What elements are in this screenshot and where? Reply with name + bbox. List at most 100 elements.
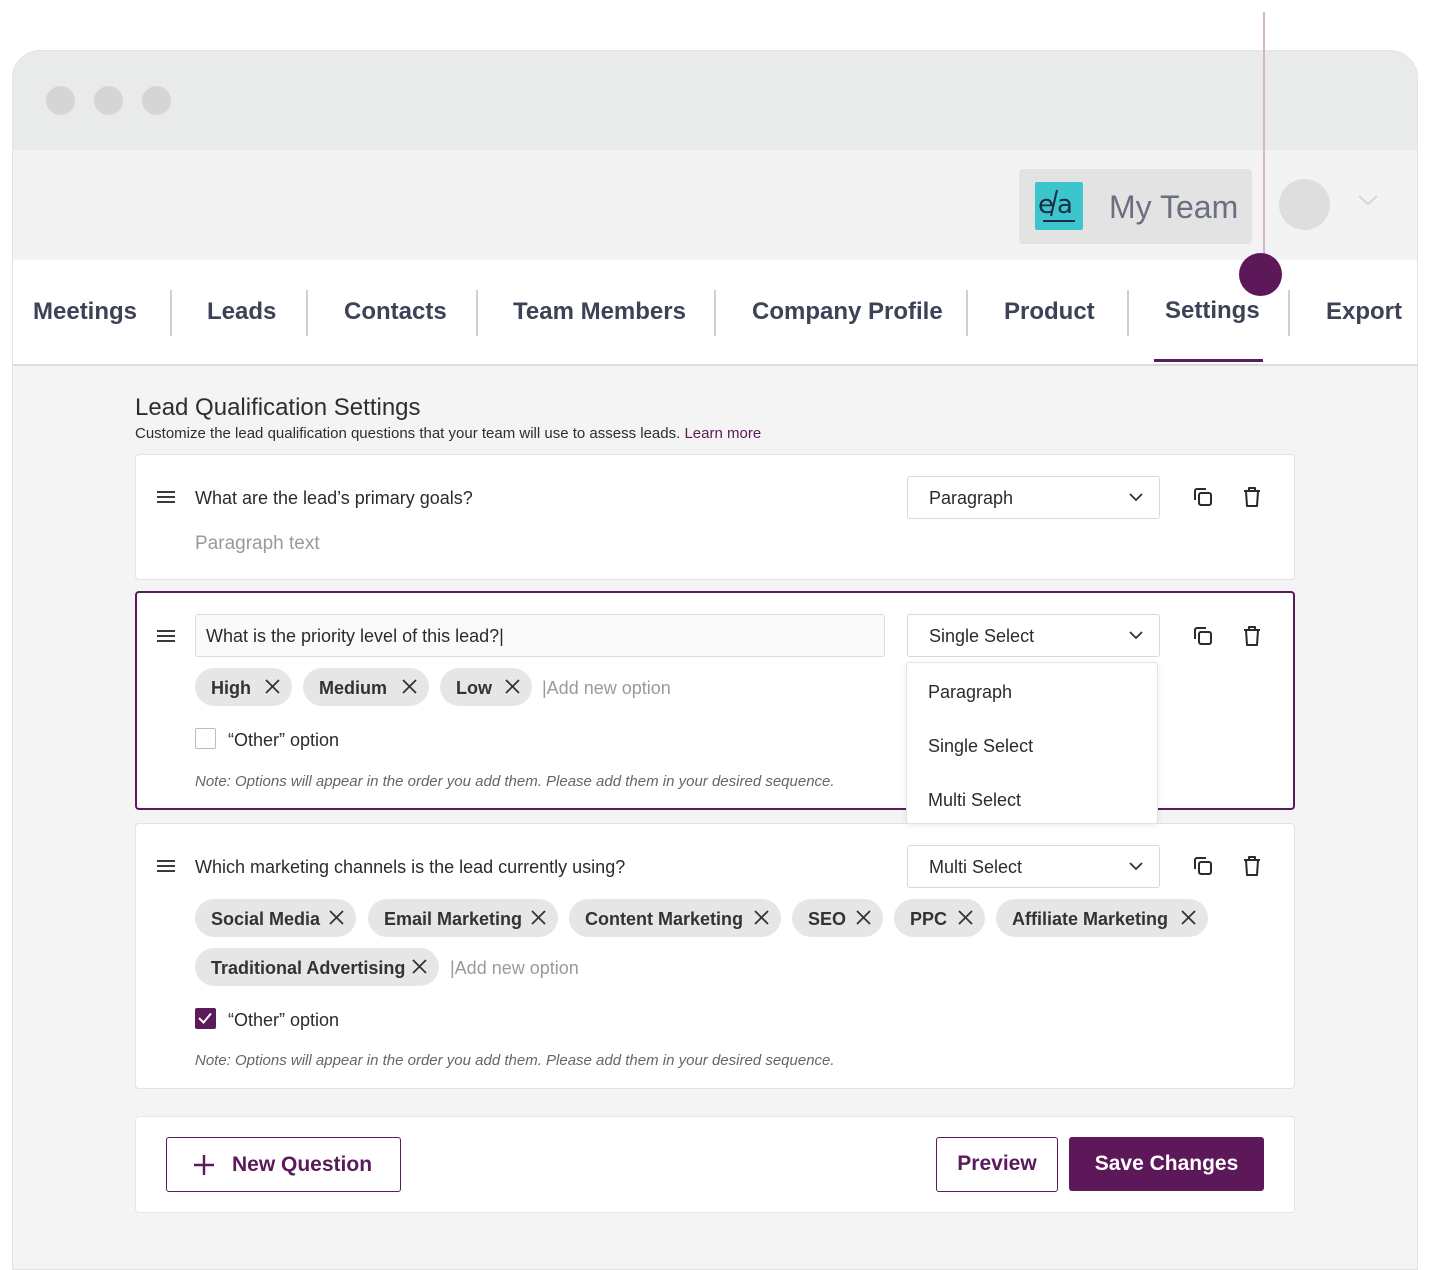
close-icon[interactable]: [958, 910, 973, 925]
plus-icon: [194, 1155, 214, 1175]
title-bar: [13, 51, 1417, 150]
preview-button[interactable]: Preview: [936, 1137, 1058, 1192]
chevron-down-icon: [1129, 862, 1143, 871]
option-chip: Social Media: [195, 899, 356, 937]
close-icon[interactable]: [754, 910, 769, 925]
other-option-checkbox[interactable]: [195, 728, 216, 749]
option-label: High: [211, 678, 251, 698]
nav-divider: [170, 290, 172, 336]
question-type-value: Single Select: [929, 626, 1035, 646]
close-icon[interactable]: [329, 910, 344, 925]
page-title: Lead Qualification Settings: [135, 394, 421, 421]
trash-icon[interactable]: [1240, 624, 1264, 648]
paragraph-placeholder: Paragraph text: [195, 533, 320, 554]
option-chip: PPC: [894, 899, 985, 937]
option-chip: SEO: [792, 899, 883, 937]
close-icon[interactable]: [531, 910, 546, 925]
nav-divider: [476, 290, 478, 336]
question-card: What are the lead’s primary goals? Parag…: [135, 454, 1295, 580]
question-type-value: Multi Select: [929, 857, 1023, 877]
add-option-input[interactable]: |Add new option: [542, 678, 671, 699]
option-label: SEO: [808, 909, 847, 929]
options-note: Note: Options will appear in the order y…: [195, 773, 835, 790]
chevron-down-icon: [1129, 493, 1143, 502]
tab-team-members[interactable]: Team Members: [513, 298, 686, 326]
close-icon[interactable]: [265, 679, 280, 694]
trash-icon[interactable]: [1240, 854, 1264, 878]
drag-handle-icon[interactable]: [157, 491, 175, 505]
svg-text:a: a: [1057, 190, 1073, 220]
subtitle-text: Customize the lead qualification questio…: [135, 425, 681, 442]
options-note: Note: Options will appear in the order y…: [195, 1052, 835, 1069]
window-maximize-dot[interactable]: [142, 86, 171, 115]
callout-line: [1263, 12, 1265, 264]
duplicate-icon[interactable]: [1191, 624, 1215, 648]
window-close-dot[interactable]: [46, 86, 75, 115]
question-text-input[interactable]: What is the priority level of this lead?…: [195, 614, 885, 657]
dropdown-option-multi-select[interactable]: Multi Select: [928, 790, 1021, 811]
callout-dot: [1239, 253, 1282, 296]
option-chip: High: [195, 668, 292, 706]
close-icon[interactable]: [402, 679, 417, 694]
efa-logo-icon: e a: [1038, 189, 1075, 222]
tab-leads[interactable]: Leads: [207, 298, 276, 326]
tab-company-profile[interactable]: Company Profile: [752, 298, 943, 326]
option-chip: Medium: [303, 668, 429, 706]
option-label: Content Marketing: [585, 909, 744, 929]
dropdown-option-single-select[interactable]: Single Select: [928, 736, 1033, 757]
tab-product[interactable]: Product: [1004, 298, 1095, 326]
tab-settings[interactable]: Settings: [1165, 297, 1260, 325]
dropdown-option-paragraph[interactable]: Paragraph: [928, 682, 1012, 703]
drag-handle-icon[interactable]: [157, 860, 175, 874]
question-text[interactable]: Which marketing channels is the lead cur…: [195, 857, 625, 878]
duplicate-icon[interactable]: [1191, 485, 1215, 509]
app-header: e a My Team: [13, 150, 1417, 260]
option-label: Medium: [319, 678, 388, 698]
window-minimize-dot[interactable]: [94, 86, 123, 115]
question-type-dropdown: Paragraph Single Select Multi Select: [906, 662, 1158, 824]
add-option-input[interactable]: |Add new option: [450, 958, 579, 979]
save-changes-button[interactable]: Save Changes: [1069, 1137, 1264, 1191]
close-icon[interactable]: [1181, 910, 1196, 925]
option-label: Email Marketing: [384, 909, 523, 929]
tab-meetings[interactable]: Meetings: [33, 298, 137, 326]
team-name: My Team: [1109, 189, 1239, 225]
option-label: Low: [456, 678, 492, 698]
user-avatar[interactable]: [1279, 179, 1330, 230]
new-question-button[interactable]: New Question: [166, 1137, 401, 1192]
nav-divider: [1288, 290, 1290, 336]
learn-more-link[interactable]: Learn more: [684, 425, 761, 442]
nav-divider: [306, 290, 308, 336]
tab-contacts[interactable]: Contacts: [344, 298, 447, 326]
other-option-label: “Other” option: [228, 730, 340, 750]
question-type-select[interactable]: Single Select: [907, 614, 1160, 657]
question-type-select[interactable]: Paragraph: [907, 476, 1160, 519]
drag-handle-icon[interactable]: [157, 630, 175, 644]
duplicate-icon[interactable]: [1191, 854, 1215, 878]
question-type-select[interactable]: Multi Select: [907, 845, 1160, 888]
nav-divider: [1127, 290, 1129, 336]
new-question-label: New Question: [232, 1153, 373, 1176]
option-label: Social Media: [211, 909, 321, 929]
close-icon[interactable]: [505, 679, 520, 694]
option-label: Affiliate Marketing: [1012, 909, 1169, 929]
close-icon[interactable]: [856, 910, 871, 925]
chevron-down-icon[interactable]: [1357, 194, 1379, 206]
question-card: Which marketing channels is the lead cur…: [135, 823, 1295, 1089]
option-chip: Low: [440, 668, 532, 706]
question-type-value: Paragraph: [929, 488, 1014, 508]
tab-export[interactable]: Export: [1326, 298, 1402, 326]
close-icon[interactable]: [412, 959, 427, 974]
nav-divider: [714, 290, 716, 336]
active-tab-indicator: [1154, 359, 1263, 362]
team-logo: e a: [1035, 182, 1083, 230]
question-text[interactable]: What are the lead’s primary goals?: [195, 488, 473, 509]
nav-divider: [966, 290, 968, 336]
option-chip: Content Marketing: [569, 899, 781, 937]
chevron-down-icon: [1129, 631, 1143, 640]
option-chip: Email Marketing: [368, 899, 558, 937]
trash-icon[interactable]: [1240, 485, 1264, 509]
other-option-checkbox[interactable]: [195, 1008, 216, 1029]
team-switcher[interactable]: e a My Team: [1019, 169, 1252, 244]
page-subtitle: Customize the lead qualification questio…: [135, 425, 761, 442]
